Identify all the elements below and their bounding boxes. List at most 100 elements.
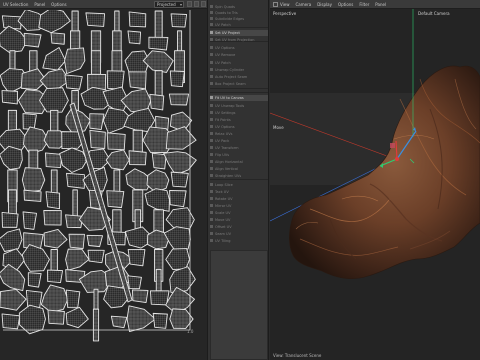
- uv-menu-item[interactable]: UV Selection: [3, 2, 28, 7]
- uv-island[interactable]: [149, 93, 165, 111]
- uv-projection-dropdown[interactable]: Projected: [154, 1, 184, 8]
- tool-item-label: UV Pack: [215, 138, 230, 143]
- uv-island[interactable]: [92, 308, 100, 342]
- uv-island[interactable]: [85, 12, 106, 27]
- uv-island[interactable]: [128, 150, 147, 166]
- uv-island[interactable]: [170, 13, 188, 28]
- tool-panel-item[interactable]: Loop Slice: [210, 182, 268, 188]
- uv-tool-icon[interactable]: [187, 1, 192, 7]
- uv-menu-item[interactable]: Options: [51, 2, 66, 7]
- tool-panel-item[interactable]: Set UV Project: [210, 30, 268, 36]
- tool-item-icon: [210, 239, 213, 243]
- viewport-menu-item[interactable]: View: [280, 2, 290, 7]
- uv-island[interactable]: [149, 290, 170, 306]
- uv-island[interactable]: [45, 191, 61, 210]
- viewport-camera-label[interactable]: Default Camera: [418, 11, 450, 16]
- tool-panel-item[interactable]: Fit UV to Canvas: [210, 95, 268, 101]
- tool-panel-item[interactable]: UV Pack: [210, 138, 268, 144]
- tool-panel-item[interactable]: Align Vertical: [210, 166, 268, 172]
- tool-panel-item[interactable]: Auto Project Seam: [210, 74, 268, 80]
- tool-panel-item[interactable]: UV Settings: [210, 110, 268, 116]
- uv-island[interactable]: [168, 93, 190, 106]
- tool-panel-item[interactable]: UV Unwrap Tools: [210, 103, 268, 109]
- tool-panel-item[interactable]: Box Project Seam: [210, 81, 268, 87]
- uv-island[interactable]: [86, 234, 103, 248]
- tool-panel-item[interactable]: UV Patch: [210, 22, 268, 28]
- tool-item-icon: [210, 225, 213, 229]
- tool-panel-item[interactable]: Tack UV: [210, 189, 268, 195]
- uv-island[interactable]: [23, 189, 42, 202]
- uv-island[interactable]: [169, 70, 185, 88]
- uv-island[interactable]: [1, 15, 23, 30]
- tool-panel-item[interactable]: Relax UVs: [210, 131, 268, 137]
- uv-island[interactable]: [21, 167, 46, 193]
- uv-island[interactable]: [1, 313, 21, 330]
- uv-island[interactable]: [152, 312, 168, 329]
- tool-panel-item[interactable]: Quads to Tris: [210, 10, 268, 16]
- uv-island[interactable]: [68, 233, 85, 249]
- uv-island[interactable]: [43, 209, 62, 226]
- uv-island[interactable]: [128, 11, 147, 28]
- uv-island[interactable]: [106, 132, 126, 151]
- uv-island[interactable]: [23, 32, 42, 48]
- uv-island[interactable]: [22, 211, 37, 230]
- tool-panel-item[interactable]: UV Options: [210, 124, 268, 130]
- tool-panel-item[interactable]: Move UV: [210, 217, 268, 223]
- tool-panel-item[interactable]: Align Horizontal: [210, 159, 268, 165]
- uv-island[interactable]: [1, 211, 19, 228]
- viewport-menu-item[interactable]: Camera: [296, 2, 312, 7]
- tool-panel-item[interactable]: Flip UVs: [210, 152, 268, 158]
- uv-island[interactable]: [110, 315, 128, 329]
- tool-panel-item[interactable]: Seam UV: [210, 231, 268, 237]
- uv-island[interactable]: [87, 249, 105, 264]
- uv-island[interactable]: [106, 190, 125, 209]
- tool-panel-item[interactable]: Spin Quads: [210, 4, 268, 10]
- uv-island[interactable]: [89, 129, 106, 149]
- tool-item-icon: [210, 68, 213, 72]
- uv-island[interactable]: [127, 275, 142, 290]
- uv-island[interactable]: [47, 269, 63, 284]
- viewport-canvas[interactable]: [270, 9, 480, 360]
- tool-panel-item[interactable]: UV Tiling: [210, 238, 268, 244]
- uv-island[interactable]: [148, 36, 169, 51]
- tool-panel-item[interactable]: Scale UV: [210, 210, 268, 216]
- uv-menu-item[interactable]: Panel: [34, 2, 45, 7]
- tool-panel-item[interactable]: Mirror UV: [210, 203, 268, 209]
- uv-tool-icon[interactable]: [194, 1, 199, 7]
- uv-island[interactable]: [65, 289, 81, 309]
- viewport-menu-item[interactable]: Display: [317, 2, 332, 7]
- tool-panel-item[interactable]: Subdivide Edges: [210, 16, 268, 22]
- tool-panel-item[interactable]: Fit Points: [210, 117, 268, 123]
- tool-panel-item[interactable]: Straighten UVs: [210, 173, 268, 179]
- uv-island[interactable]: [66, 172, 85, 189]
- uv-island[interactable]: [151, 152, 167, 170]
- tool-panel-item[interactable]: UV Patch: [210, 60, 268, 66]
- tool-panel-item[interactable]: Set UV from Projection: [210, 37, 268, 43]
- viewport-menu-icon[interactable]: [273, 2, 278, 7]
- tool-panel-item[interactable]: Offset UV: [210, 224, 268, 230]
- uv-island[interactable]: [106, 70, 125, 90]
- uv-island[interactable]: [131, 289, 149, 304]
- tool-panel-item[interactable]: UV Transform: [210, 145, 268, 151]
- uv-island[interactable]: [169, 190, 187, 208]
- uv-island[interactable]: [50, 32, 66, 45]
- tool-panel-item[interactable]: Rotate UV: [210, 196, 268, 202]
- viewport-menu-item[interactable]: Filter: [359, 2, 369, 7]
- uv-canvas[interactable]: [0, 10, 207, 360]
- uv-island[interactable]: [89, 113, 105, 130]
- tool-panel-item[interactable]: Unwrap Cylinder: [210, 67, 268, 73]
- tool-panel-item[interactable]: UV Options: [210, 45, 268, 51]
- viewport-menu-item[interactable]: Panel: [375, 2, 386, 7]
- viewport-menu-item[interactable]: Options: [338, 2, 353, 7]
- uv-island[interactable]: [127, 249, 146, 267]
- uv-island[interactable]: [127, 30, 142, 45]
- uv-island[interactable]: [1, 90, 19, 105]
- uv-island[interactable]: [128, 71, 147, 90]
- tool-panel-item[interactable]: UV Remove: [210, 52, 268, 58]
- uv-tool-icon[interactable]: [201, 1, 206, 7]
- uv-island[interactable]: [64, 74, 83, 90]
- uv-island[interactable]: [27, 272, 42, 288]
- uv-island[interactable]: [47, 309, 65, 325]
- uv-island[interactable]: [44, 152, 63, 169]
- uv-island[interactable]: [170, 171, 189, 188]
